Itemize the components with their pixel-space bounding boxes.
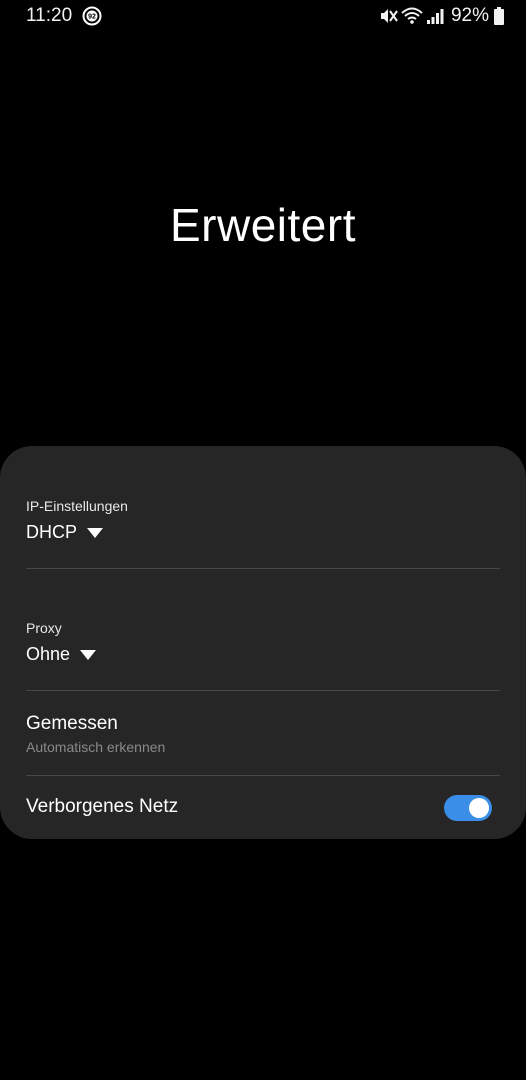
proxy-value: Ohne xyxy=(26,644,71,664)
ip-settings-value: DHCP xyxy=(26,522,78,542)
page-title: Erweitert xyxy=(170,199,356,251)
battery-icon xyxy=(494,7,504,25)
proxy-row: Proxy Ohne xyxy=(26,620,500,665)
status-bar: 11:20 92 92% xyxy=(0,0,526,32)
wifi-icon xyxy=(401,7,423,24)
proxy-label: Proxy xyxy=(26,620,62,636)
mute-icon xyxy=(380,9,398,23)
signal-icon xyxy=(426,9,444,24)
metered-subtitle: Automatisch erkennen xyxy=(26,739,166,755)
notification-badge-text: 92 xyxy=(88,14,96,21)
ip-settings-row: IP-Einstellungen DHCP xyxy=(26,498,500,543)
ip-settings-dropdown[interactable]: DHCP xyxy=(26,522,104,543)
ip-settings-label: IP-Einstellungen xyxy=(26,498,128,514)
status-time: 11:20 xyxy=(26,5,73,26)
hidden-network-row[interactable]: Verborgenes Netz xyxy=(26,776,500,839)
dropdown-arrow-icon xyxy=(87,527,104,538)
dropdown-arrow-icon xyxy=(80,649,97,660)
settings-card: IP-Einstellungen DHCP Proxy Ohne Gemesse… xyxy=(0,446,526,839)
hidden-network-title: Verborgenes Netz xyxy=(26,796,179,817)
notification-badge-icon: 92 xyxy=(82,6,102,26)
toggle-knob xyxy=(469,797,489,818)
metered-row[interactable]: Gemessen Automatisch erkennen xyxy=(26,691,500,775)
metered-title: Gemessen xyxy=(26,713,118,734)
battery-percent: 92% xyxy=(450,5,489,26)
hidden-network-toggle[interactable] xyxy=(444,794,492,821)
status-icons: 92% xyxy=(378,4,504,28)
proxy-dropdown[interactable]: Ohne xyxy=(26,644,97,665)
divider xyxy=(26,568,500,569)
